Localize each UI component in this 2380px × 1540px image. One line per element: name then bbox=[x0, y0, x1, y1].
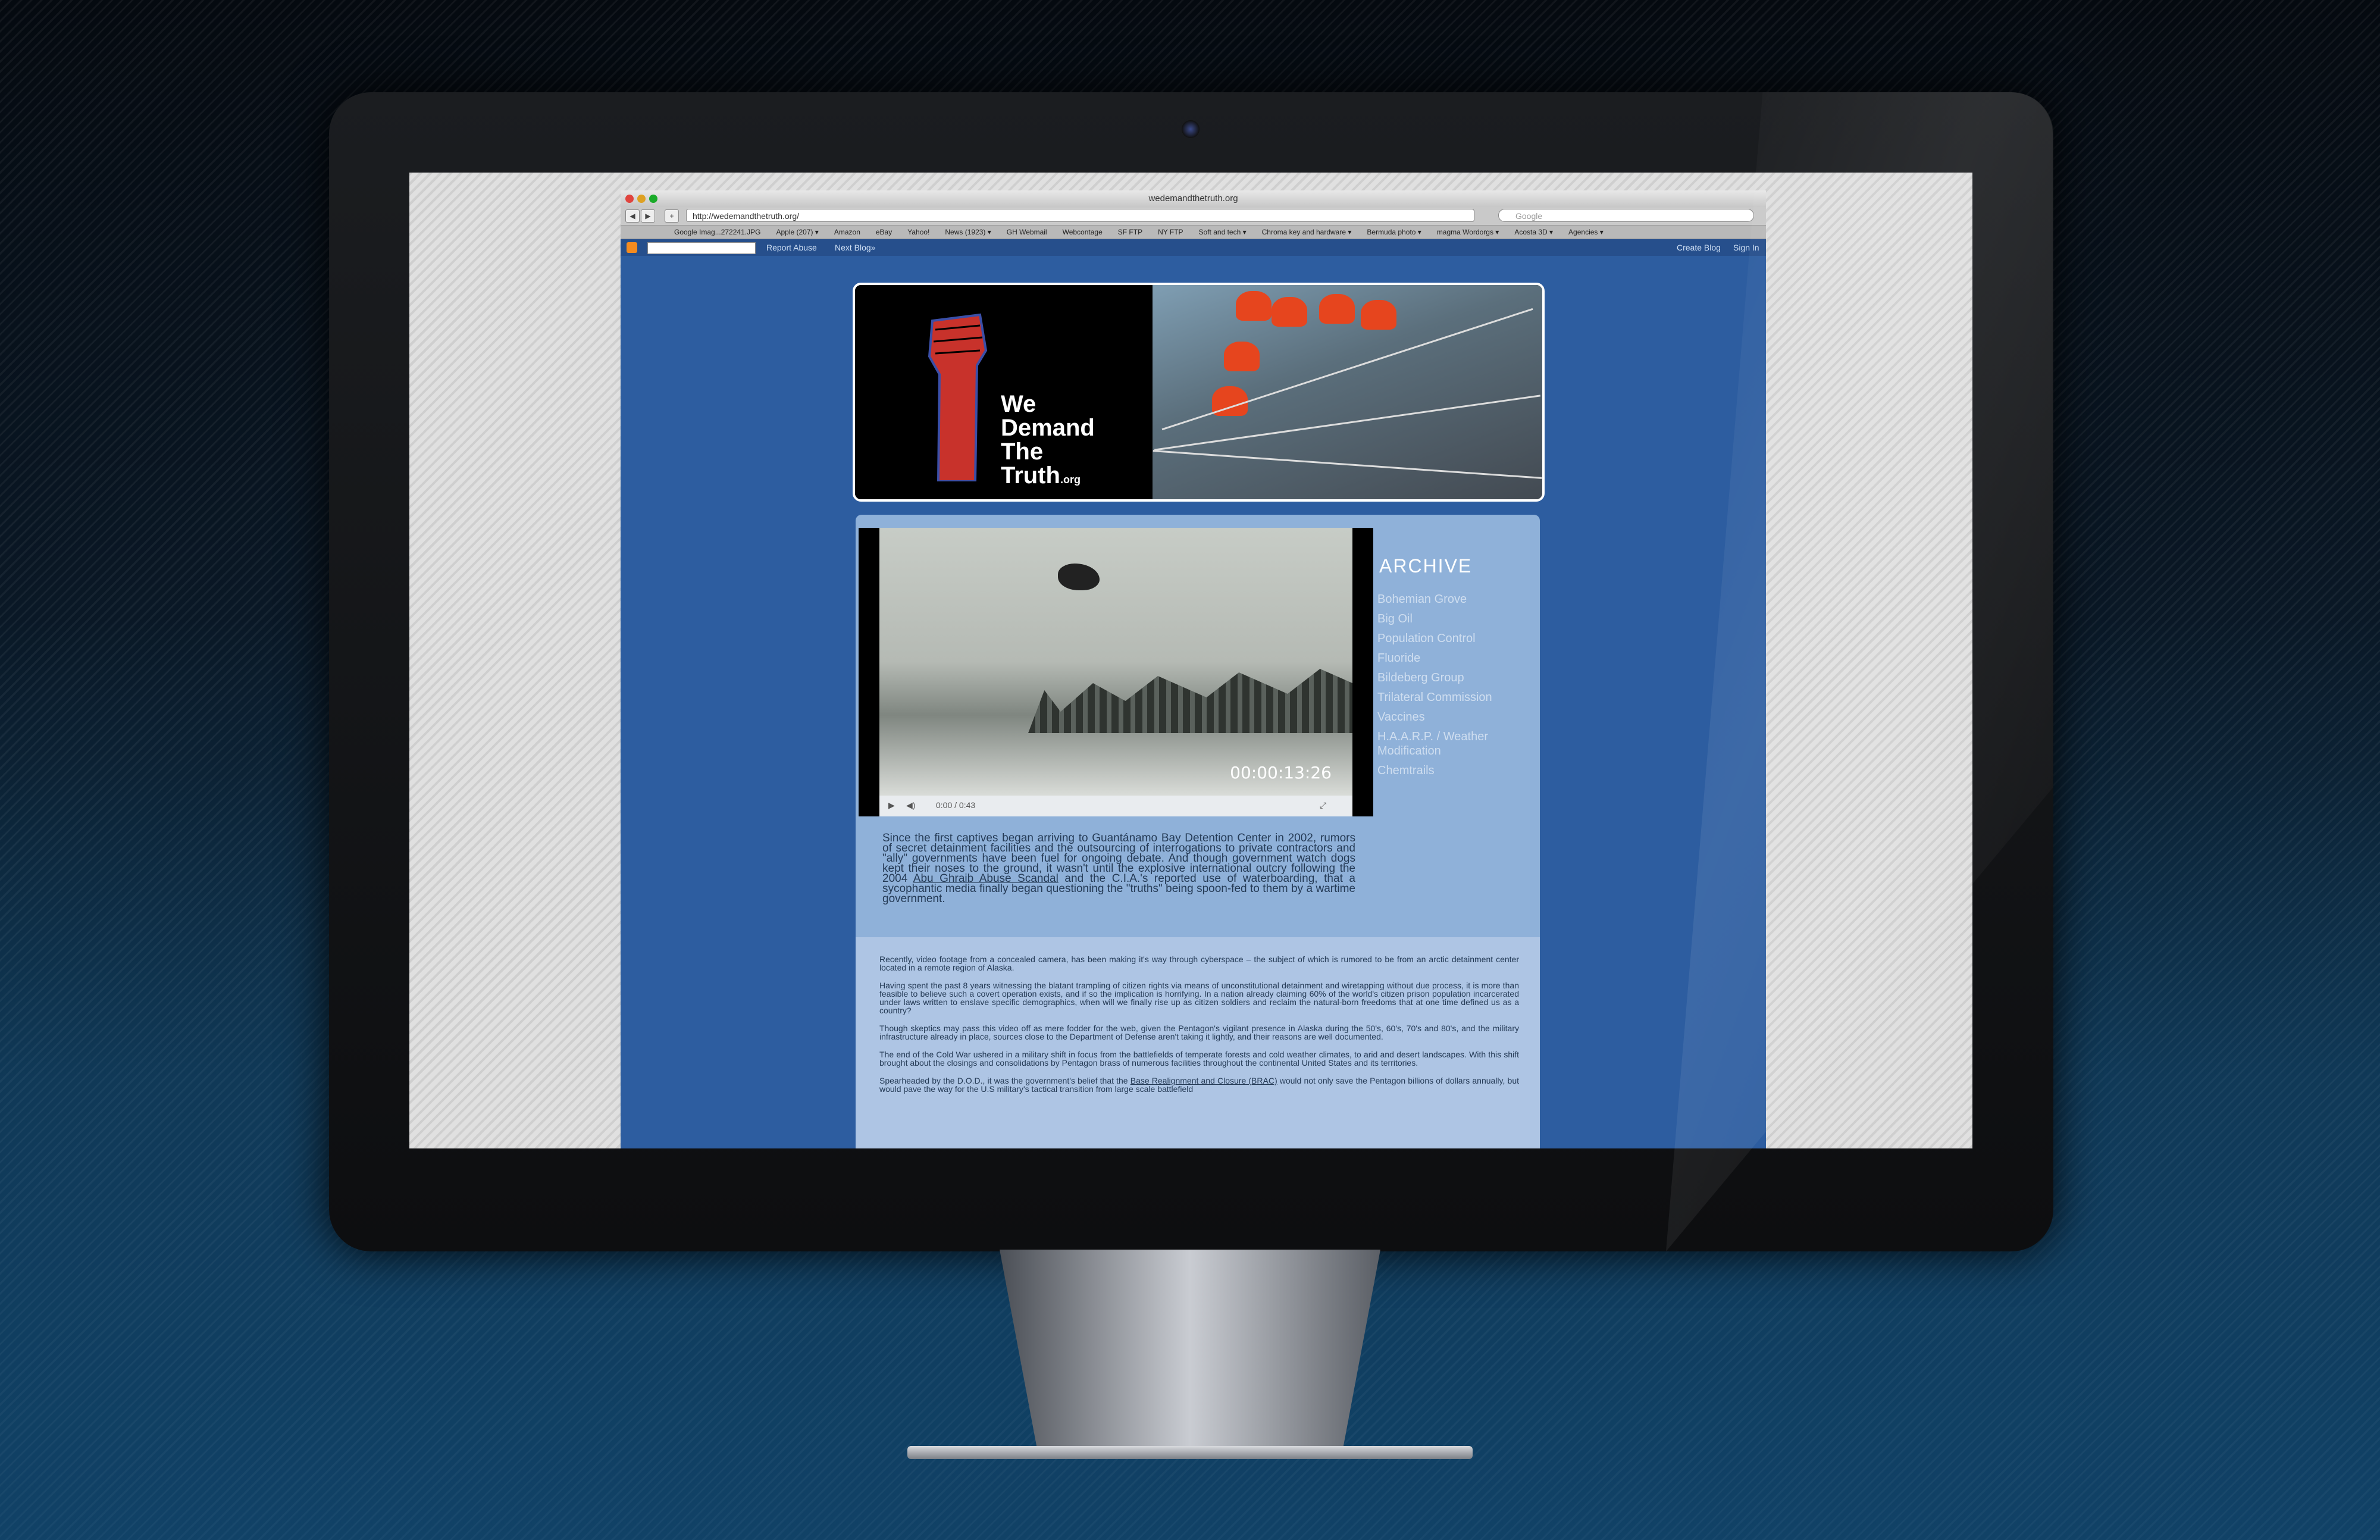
report-abuse-link[interactable]: Report Abuse bbox=[766, 243, 817, 252]
logo-panel: We Demand The Truth.org bbox=[855, 285, 1153, 499]
bookmark-item[interactable]: magma Wordorgs ▾ bbox=[1437, 226, 1499, 239]
bookmark-item[interactable]: Chroma key and hardware ▾ bbox=[1262, 226, 1352, 239]
bookmark-item[interactable]: Soft and tech ▾ bbox=[1199, 226, 1247, 239]
window-title: wedemandthetruth.org bbox=[1148, 193, 1238, 204]
archive-link[interactable]: H.A.A.R.P. / Weather Modification bbox=[1377, 730, 1532, 758]
browser-toolbar: ◀ ▶ + http://wedemandthetruth.org/ Googl… bbox=[621, 207, 1766, 226]
search-field[interactable]: Google bbox=[1498, 209, 1754, 222]
detainees-photo bbox=[1153, 285, 1542, 499]
helicopter-image bbox=[1058, 564, 1100, 590]
bookmark-item[interactable]: NY FTP bbox=[1158, 226, 1183, 239]
bookmark-item[interactable]: Bermuda photo ▾ bbox=[1367, 226, 1421, 239]
article-text: Recently, video footage from a concealed… bbox=[879, 955, 1519, 1103]
site-header-banner: We Demand The Truth.org bbox=[853, 283, 1545, 502]
forest-image bbox=[1028, 669, 1352, 733]
article-paragraph: Having spent the past 8 years witnessing… bbox=[879, 981, 1519, 1015]
bookmark-item[interactable]: Agencies ▾ bbox=[1568, 226, 1604, 239]
bookmark-item[interactable]: Apple (207) ▾ bbox=[776, 226, 818, 239]
volume-icon[interactable]: ◀) bbox=[906, 800, 915, 810]
archive-link[interactable]: Chemtrails bbox=[1377, 763, 1532, 778]
archive-link[interactable]: Fluoride bbox=[1377, 651, 1532, 665]
browser-titlebar: wedemandthetruth.org bbox=[621, 190, 1766, 207]
blogger-logo-icon[interactable] bbox=[627, 242, 637, 253]
webcam-icon bbox=[1182, 120, 1200, 138]
bookmark-item[interactable]: News (1923) ▾ bbox=[945, 226, 991, 239]
bookmark-item[interactable]: Webcontage bbox=[1063, 226, 1103, 239]
bookmark-item[interactable]: Acosta 3D ▾ bbox=[1514, 226, 1553, 239]
archive-link[interactable]: Bildeberg Group bbox=[1377, 671, 1532, 685]
article-paragraph: Recently, video footage from a concealed… bbox=[879, 954, 1519, 972]
address-bar[interactable]: http://wedemandthetruth.org/ bbox=[686, 209, 1474, 222]
archive-link[interactable]: Vaccines bbox=[1377, 710, 1532, 724]
back-arrow-icon[interactable]: ◀ bbox=[625, 209, 640, 223]
archive-heading: ARCHIVE bbox=[1379, 555, 1473, 577]
fullscreen-icon[interactable]: ⤢ bbox=[1320, 800, 1326, 810]
blog-search-input[interactable] bbox=[647, 242, 756, 254]
video-timecode: 00:00:13:26 bbox=[1230, 763, 1332, 782]
monitor-stand-base bbox=[907, 1446, 1473, 1459]
bookmark-item[interactable]: SF FTP bbox=[1118, 226, 1142, 239]
next-blog-link[interactable]: Next Blog» bbox=[835, 243, 875, 252]
article-paragraph: Though skeptics may pass this video off … bbox=[879, 1023, 1519, 1041]
blogger-navbar: Report Abuse Next Blog» Create Blog Sign… bbox=[621, 239, 1766, 256]
archive-link[interactable]: Bohemian Grove bbox=[1377, 592, 1532, 606]
bookmark-item[interactable]: GH Webmail bbox=[1007, 226, 1047, 239]
bookmarks-bar: Google Imag...272241.JPG Apple (207) ▾ A… bbox=[621, 226, 1766, 239]
site-logo-text: We Demand The Truth.org bbox=[1001, 391, 1095, 489]
article-paragraph: The end of the Cold War ushered in a mil… bbox=[879, 1050, 1519, 1068]
archive-list: Bohemian Grove Big Oil Population Contro… bbox=[1377, 592, 1532, 783]
bookmark-item[interactable]: Amazon bbox=[834, 226, 860, 239]
browser-window: wedemandthetruth.org ◀ ▶ + http://wedema… bbox=[621, 190, 1766, 1148]
archive-link[interactable]: Trilateral Commission bbox=[1377, 690, 1532, 705]
video-frame: 00:00:13:26 bbox=[879, 528, 1352, 796]
video-controls: ▶ ◀) 0:00 / 0:43 ⤢ bbox=[879, 796, 1352, 816]
archive-link[interactable]: Population Control bbox=[1377, 631, 1532, 646]
monitor-stand bbox=[1000, 1250, 1380, 1452]
raised-fist-icon bbox=[928, 313, 988, 481]
bookmark-item[interactable]: Google Imag...272241.JPG bbox=[674, 226, 760, 239]
main-content: 00:00:13:26 ▶ ◀) 0:00 / 0:43 ⤢ ARCHIVE B… bbox=[856, 515, 1540, 1148]
archive-link[interactable]: Big Oil bbox=[1377, 612, 1532, 626]
play-icon[interactable]: ▶ bbox=[888, 800, 895, 810]
forward-arrow-icon[interactable]: ▶ bbox=[641, 209, 655, 223]
add-bookmark-icon[interactable]: + bbox=[665, 209, 679, 223]
intro-paragraph: Since the first captives began arriving … bbox=[882, 832, 1355, 905]
bookmark-item[interactable]: Yahoo! bbox=[907, 226, 929, 239]
video-progress-text: 0:00 / 0:43 bbox=[936, 800, 976, 810]
bookmark-item[interactable]: eBay bbox=[876, 226, 892, 239]
create-blog-link[interactable]: Create Blog bbox=[1677, 243, 1721, 252]
video-player[interactable]: 00:00:13:26 ▶ ◀) 0:00 / 0:43 ⤢ bbox=[859, 528, 1373, 816]
article-paragraph: Spearheaded by the D.O.D., it was the go… bbox=[879, 1076, 1519, 1094]
